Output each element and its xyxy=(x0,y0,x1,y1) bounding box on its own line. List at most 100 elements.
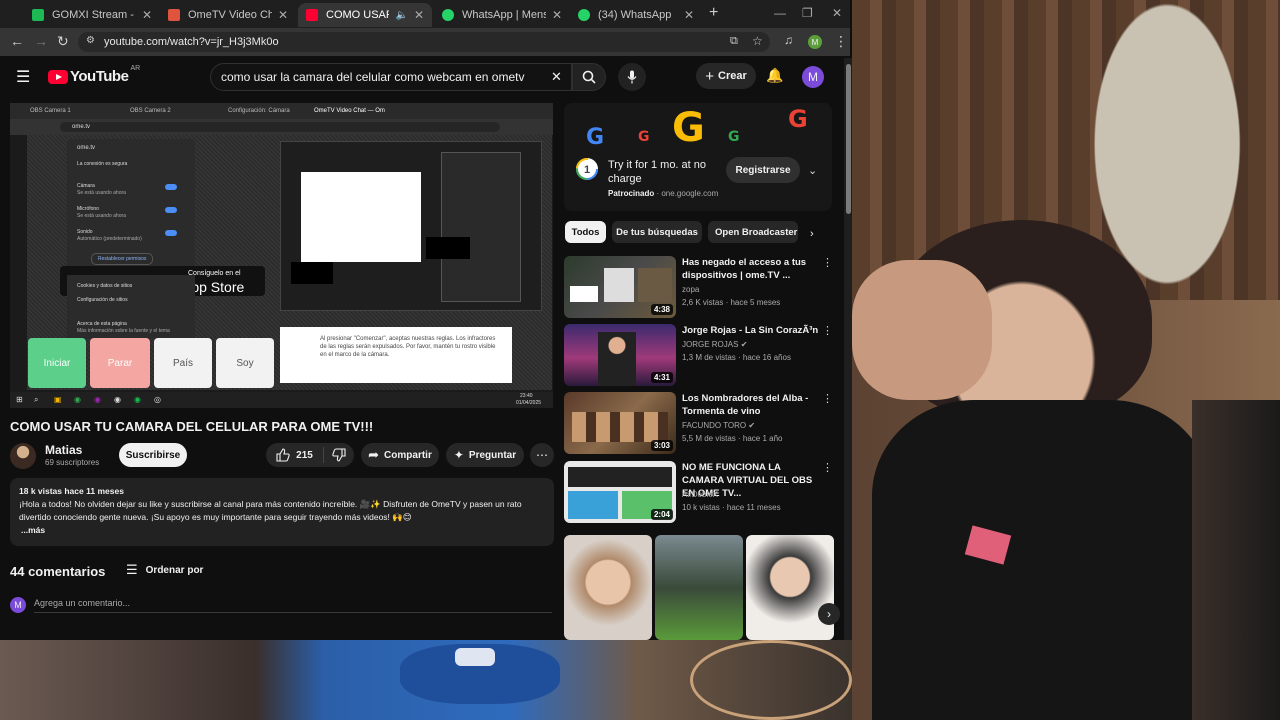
google-g-icon: G xyxy=(638,129,650,145)
hamburger-menu-icon[interactable]: ☰ xyxy=(16,67,30,87)
chevron-right-icon[interactable]: › xyxy=(810,228,814,240)
channel-name-text: JORGE ROJAS xyxy=(682,340,739,349)
share-button[interactable]: ➦ Compartir xyxy=(361,443,439,467)
address-bar[interactable]: ⚙ youtube.com/watch?v=jr_H3j3Mk0o ⧉ ☆ xyxy=(78,32,770,52)
browser-tab[interactable]: OmeTV Video Chat — Al ✕ xyxy=(160,3,296,27)
video-thumbnail[interactable]: 4:38 xyxy=(564,256,676,318)
google-g-icon: G xyxy=(788,105,808,133)
recommended-title[interactable]: Jorge Rojas - La Sin CorazÃ³n xyxy=(682,324,822,337)
recommended-title[interactable]: Los Nombradores del Alba - Tormenta de v… xyxy=(682,392,822,418)
video-frame-settings xyxy=(441,152,521,302)
taskbar-folder-icon: ▣ xyxy=(54,395,62,404)
notifications-bell-icon[interactable]: 🔔 xyxy=(766,67,783,84)
like-button[interactable]: 215 xyxy=(266,447,324,463)
media-controls-icon[interactable]: ♫ xyxy=(784,33,793,47)
taskbar-spotify-icon: ◉ xyxy=(134,395,141,404)
browser-tab[interactable]: GOMXI Stream - Watch L ✕ xyxy=(24,3,160,27)
recommended-channel[interactable]: AirDobleX xyxy=(682,490,718,499)
show-more-link[interactable]: ...más xyxy=(21,524,545,537)
ad-title[interactable]: Try it for 1 mo. at no charge xyxy=(608,158,718,186)
register-button[interactable]: Registrarse xyxy=(726,157,800,183)
close-tab-icon[interactable]: ✕ xyxy=(552,8,562,22)
recommended-channel[interactable]: JORGE ROJAS ✔ xyxy=(682,340,747,349)
close-tab-icon[interactable]: ✕ xyxy=(414,8,424,22)
chip-all[interactable]: Todos xyxy=(565,221,606,243)
new-tab-icon[interactable]: + xyxy=(709,4,718,22)
clear-search-icon[interactable]: ✕ xyxy=(551,69,562,85)
chip-open-broadcaster[interactable]: Open Broadcaster S xyxy=(708,221,798,243)
more-actions-icon[interactable]: ⋯ xyxy=(530,443,554,467)
browser-tab[interactable]: (34) WhatsApp ✕ xyxy=(570,3,702,27)
video-menu-icon[interactable]: ⋮ xyxy=(822,256,833,269)
thumbs-up-icon xyxy=(276,448,290,462)
profile-avatar[interactable]: M xyxy=(808,35,822,49)
short-thumbnail[interactable] xyxy=(655,535,743,640)
bookmark-star-icon[interactable]: ☆ xyxy=(752,34,763,48)
taskbar-search-icon: ⌕ xyxy=(34,395,39,404)
chevron-right-icon[interactable]: › xyxy=(818,603,840,625)
frame-stop-button: Parar xyxy=(90,338,150,388)
video-thumbnail[interactable]: 3:03 xyxy=(564,392,676,454)
restore-icon[interactable]: ❐ xyxy=(802,6,813,20)
video-thumbnail[interactable]: 4:31 xyxy=(564,324,676,386)
close-tab-icon[interactable]: ✕ xyxy=(278,8,288,22)
chevron-down-icon[interactable]: ⌄ xyxy=(808,164,817,177)
video-menu-icon[interactable]: ⋮ xyxy=(822,324,833,337)
recommended-title[interactable]: Has negado el acceso a tus dispositivos … xyxy=(682,256,822,282)
chip-from-searches[interactable]: De tus búsquedas xyxy=(612,221,702,243)
user-avatar: M xyxy=(10,597,26,613)
channel-name[interactable]: Matias xyxy=(45,443,82,457)
youtube-logo[interactable]: YouTube AR xyxy=(48,65,140,85)
recommended-video[interactable]: 4:38 Has negado el acceso a tus disposit… xyxy=(564,256,836,318)
speaker-icon[interactable]: 🔈 xyxy=(395,10,407,21)
ask-button[interactable]: ✦ Preguntar xyxy=(446,443,524,467)
back-icon[interactable]: ← xyxy=(10,33,24,49)
search-input[interactable]: como usar la camara del celular como web… xyxy=(210,63,572,91)
description-box[interactable]: 18 k vistas hace 11 meses ¡Hola a todos!… xyxy=(10,478,554,546)
subscribe-button[interactable]: Suscribirse xyxy=(119,443,187,467)
recommended-video[interactable]: 3:03 Los Nombradores del Alba - Tormenta… xyxy=(564,392,836,454)
channel-avatar[interactable] xyxy=(10,443,36,469)
ask-label: Preguntar xyxy=(468,449,517,461)
account-avatar[interactable]: M xyxy=(802,66,824,88)
taskbar-obs-icon: ◉ xyxy=(114,395,121,404)
sort-comments-button[interactable]: ☰ Ordenar por xyxy=(126,562,203,578)
short-thumbnail[interactable] xyxy=(564,535,652,640)
ad-banner[interactable]: G G G G G xyxy=(564,103,832,147)
video-menu-icon[interactable]: ⋮ xyxy=(822,392,833,405)
recommended-video[interactable]: 4:31 Jorge Rojas - La Sin CorazÃ³n JORGE… xyxy=(564,324,836,386)
reload-icon[interactable]: ↻ xyxy=(57,33,69,50)
recommended-channel[interactable]: zopa xyxy=(682,285,699,294)
scrollbar-thumb[interactable] xyxy=(846,64,851,214)
browser-menu-icon[interactable]: ⋮ xyxy=(834,33,848,50)
site-info-icon[interactable]: ⚙ xyxy=(86,35,95,46)
video-menu-icon[interactable]: ⋮ xyxy=(822,461,833,474)
subscriber-count: 69 suscriptores xyxy=(45,458,100,467)
install-app-icon[interactable]: ⧉ xyxy=(730,35,738,48)
close-tab-icon[interactable]: ✕ xyxy=(142,8,152,22)
video-frame-tabs: OBS Camera 1 OBS Camera 2 Configuración:… xyxy=(10,103,553,119)
voice-search-button[interactable] xyxy=(618,63,646,91)
frame-tab-label: Configuración: Cámara xyxy=(228,108,290,114)
perm-cookies: Cookies y datos de sitios xyxy=(77,283,133,289)
forward-icon[interactable]: → xyxy=(34,33,48,49)
browser-tab[interactable]: WhatsApp | Mensajería y ✕ xyxy=(434,3,570,27)
close-window-icon[interactable]: ✕ xyxy=(832,6,842,20)
close-tab-icon[interactable]: ✕ xyxy=(684,8,694,22)
create-button[interactable]: + Crear xyxy=(696,63,756,89)
video-player[interactable]: OBS Camera 1 OBS Camera 2 Configuración:… xyxy=(10,103,553,408)
recommended-video[interactable]: 2:04 NO ME FUNCIONA LA CAMARA VIRTUAL DE… xyxy=(564,461,836,523)
youtube-favicon-icon xyxy=(306,9,318,21)
short-thumbnail[interactable] xyxy=(746,535,834,640)
video-thumbnail[interactable]: 2:04 xyxy=(564,461,676,523)
mic-toggle xyxy=(165,207,177,213)
search-button[interactable] xyxy=(572,63,606,91)
add-comment-input[interactable]: Agrega un comentario... xyxy=(34,598,552,613)
minimize-icon[interactable]: — xyxy=(774,6,786,20)
recommended-channel[interactable]: FACUNDO TORO ✔ xyxy=(682,421,755,430)
youtube-play-icon xyxy=(48,69,68,84)
tab-title: OmeTV Video Chat — Al xyxy=(188,9,272,21)
dislike-button[interactable] xyxy=(324,448,354,462)
browser-tab-strip: GOMXI Stream - Watch L ✕ OmeTV Video Cha… xyxy=(0,0,850,28)
browser-tab-active[interactable]: COMO USAR TU CA 🔈 ✕ xyxy=(298,3,432,27)
